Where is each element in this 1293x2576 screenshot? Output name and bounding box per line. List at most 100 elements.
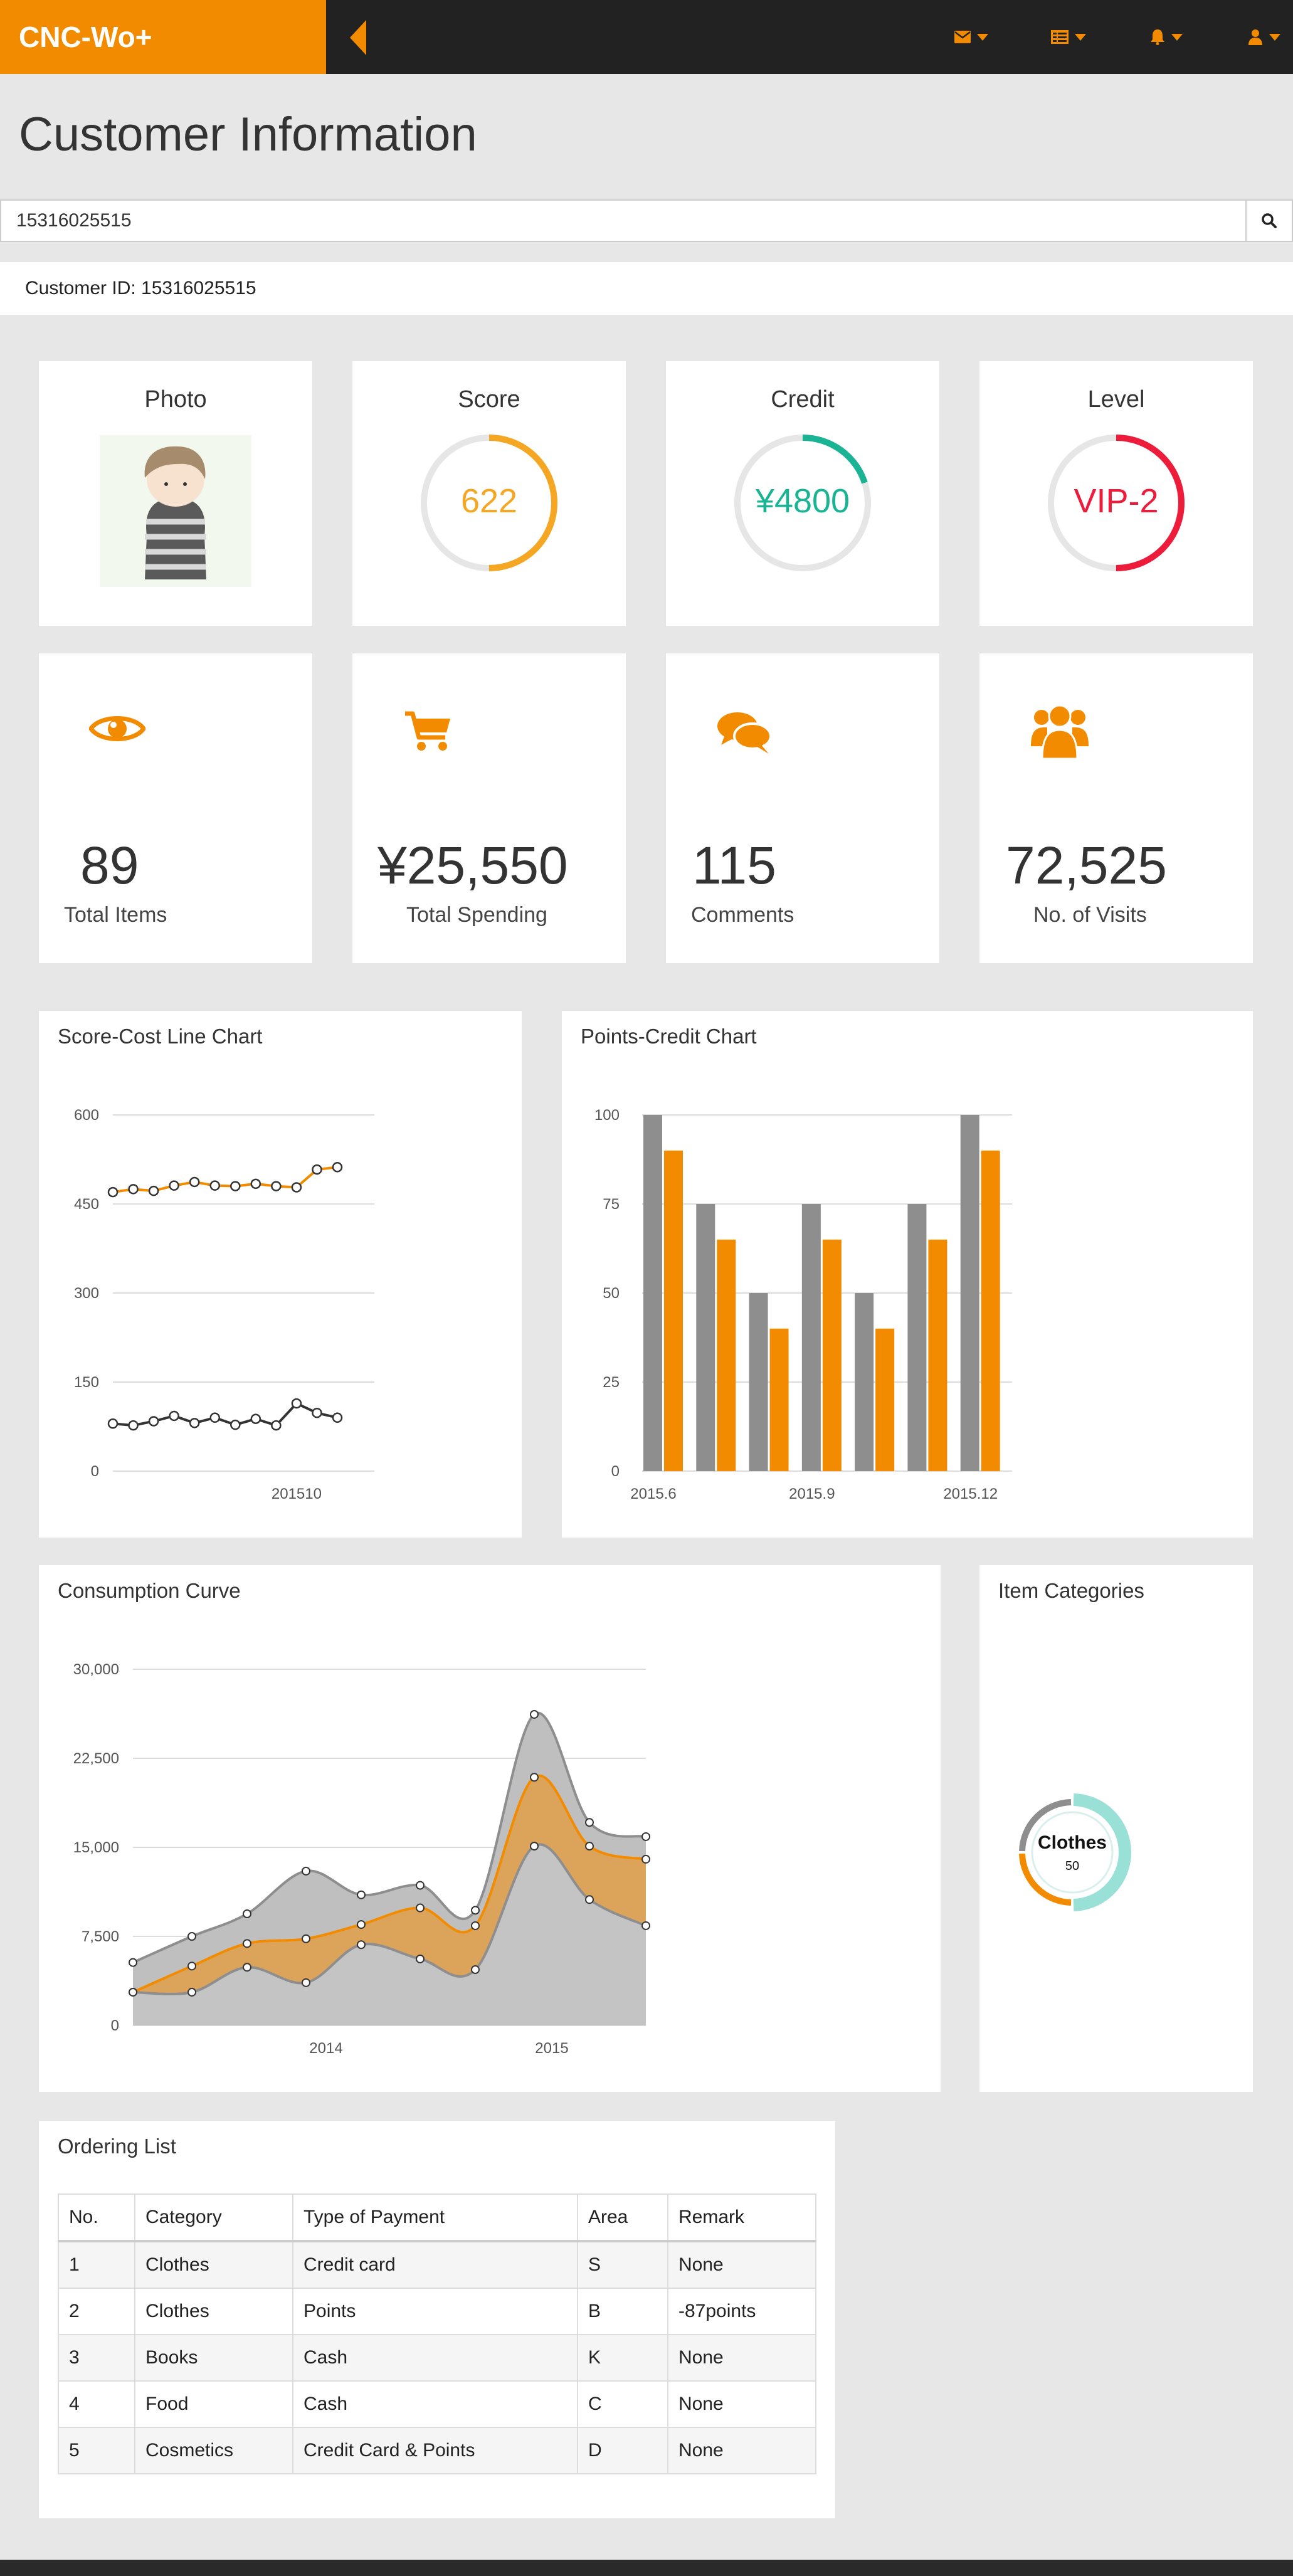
brand-logo[interactable]: CNC-Wo+ (0, 0, 326, 74)
bar (801, 1204, 821, 1471)
bell-icon (1151, 29, 1164, 45)
y-tick-label: 100 (594, 1107, 620, 1124)
metric-label: Total Spending (406, 903, 547, 927)
bar (643, 1115, 662, 1471)
cell-no: 4 (58, 2380, 135, 2428)
data-point (169, 1180, 179, 1191)
column-header[interactable]: Remark (667, 2193, 816, 2242)
y-tick-label: 0 (91, 1463, 99, 1480)
data-point (291, 1398, 302, 1409)
metric-value: ¥25,550 (377, 836, 568, 895)
table-row[interactable]: 5 Cosmetics Credit Card & Points D None (58, 2427, 816, 2474)
data-point (471, 1906, 480, 1915)
eye-icon (89, 716, 145, 741)
table-row[interactable]: 3 Books Cash K None (58, 2334, 816, 2382)
metric-card-spending: ¥25,550 Total Spending (352, 653, 626, 963)
data-point (530, 1709, 539, 1719)
cell-remark: -87points (667, 2288, 816, 2335)
data-point (250, 1178, 261, 1190)
data-point (107, 1418, 119, 1429)
cell-area: S (577, 2241, 668, 2289)
data-point (302, 1866, 310, 1876)
data-point (357, 1940, 366, 1950)
cell-payment: Credit card (292, 2241, 578, 2289)
y-tick-label: 7,500 (82, 1928, 119, 1945)
cell-no: 1 (58, 2241, 135, 2289)
data-point (641, 1854, 650, 1864)
search-button[interactable] (1245, 199, 1293, 242)
data-point (312, 1407, 322, 1418)
x-tick-label: 2015.12 (943, 1486, 998, 1502)
search-input[interactable] (0, 199, 1247, 242)
data-point (291, 1182, 302, 1193)
data-point (187, 1961, 196, 1971)
cell-category: Clothes (134, 2241, 293, 2289)
data-point (250, 1413, 261, 1424)
cell-payment: Cash (292, 2380, 578, 2428)
cell-area: B (577, 2288, 668, 2335)
cell-remark: None (667, 2427, 816, 2474)
cell-payment: Points (292, 2288, 578, 2335)
item-categories-donut-chart: Clothes 50 (1019, 1793, 1131, 1911)
cell-category: Cosmetics (134, 2427, 293, 2474)
chevron-down-icon (977, 33, 988, 41)
bar (769, 1328, 789, 1471)
level-value: VIP-2 (1074, 482, 1159, 520)
data-point (302, 1934, 310, 1943)
data-point (585, 1895, 594, 1904)
metric-value: 115 (692, 836, 776, 895)
shopping-cart-icon (405, 711, 450, 751)
tasks-dropdown[interactable] (1051, 24, 1086, 50)
column-header[interactable]: No. (58, 2193, 135, 2242)
metric-label: No. of Visits (1033, 903, 1147, 927)
column-header[interactable]: Area (577, 2193, 668, 2242)
user-dropdown[interactable] (1248, 24, 1280, 50)
score-cost-line-chart: 0 150 300 450 600 201510 (74, 1107, 374, 1502)
data-point (129, 1958, 137, 1967)
chevron-down-icon (1075, 33, 1086, 41)
alerts-dropdown[interactable] (1150, 24, 1183, 50)
table-row[interactable]: 1 Clothes Credit card S None (58, 2241, 816, 2289)
x-tick-label: 2015.9 (789, 1486, 835, 1502)
bar (928, 1239, 947, 1471)
data-point (128, 1184, 139, 1195)
consumption-area-chart: 0 7,500 15,000 22,500 30,000 2014 2015 (73, 1661, 650, 2057)
data-point (148, 1185, 159, 1196)
item-categories-panel: Item Categories Clothes 50 (979, 1565, 1253, 2092)
table-row[interactable]: 2 Clothes Points B -87points (58, 2288, 816, 2335)
metric-card-comments: 115 Comments (666, 653, 939, 963)
ordering-list-title: Ordering List (58, 2135, 176, 2158)
score-card: Score 622 (352, 361, 626, 626)
data-point (530, 1842, 539, 1851)
bar (749, 1293, 768, 1471)
column-header[interactable]: Category (134, 2193, 293, 2242)
y-tick-label: 15,000 (73, 1839, 119, 1856)
data-point (230, 1419, 241, 1430)
data-point (585, 1818, 594, 1827)
x-tick-label: 2015.6 (630, 1486, 676, 1502)
data-point (243, 1963, 251, 1972)
points-credit-bar-chart: 0 25 50 75 100 2015.6 2015.9 2015.12 (594, 1107, 1012, 1502)
data-point (471, 1965, 480, 1975)
series-line (112, 1401, 338, 1427)
data-point (471, 1921, 480, 1930)
sidebar-toggle-icon[interactable] (349, 20, 367, 55)
data-point (357, 1920, 366, 1929)
cell-category: Books (134, 2334, 293, 2382)
y-tick-label: 450 (74, 1196, 99, 1213)
data-point (416, 1954, 425, 1963)
cell-category: Clothes (134, 2288, 293, 2335)
messages-dropdown[interactable] (954, 24, 988, 50)
customer-avatar (100, 435, 251, 587)
y-tick-label: 22,500 (73, 1750, 119, 1767)
column-header[interactable]: Type of Payment (292, 2193, 578, 2242)
consumption-curve-panel: Consumption Curve 0 7,500 15,000 22,500 30,0… (39, 1565, 941, 2092)
list-icon (1051, 30, 1069, 44)
bar (981, 1150, 1000, 1471)
table-row[interactable]: 4 Food Cash C None (58, 2380, 816, 2428)
cell-area: K (577, 2334, 668, 2382)
metric-label: Comments (691, 903, 794, 927)
orders-table: No. Category Type of Payment Area Remark… (58, 2193, 816, 2474)
data-point (243, 1909, 251, 1919)
footer-bar (0, 2560, 1293, 2576)
